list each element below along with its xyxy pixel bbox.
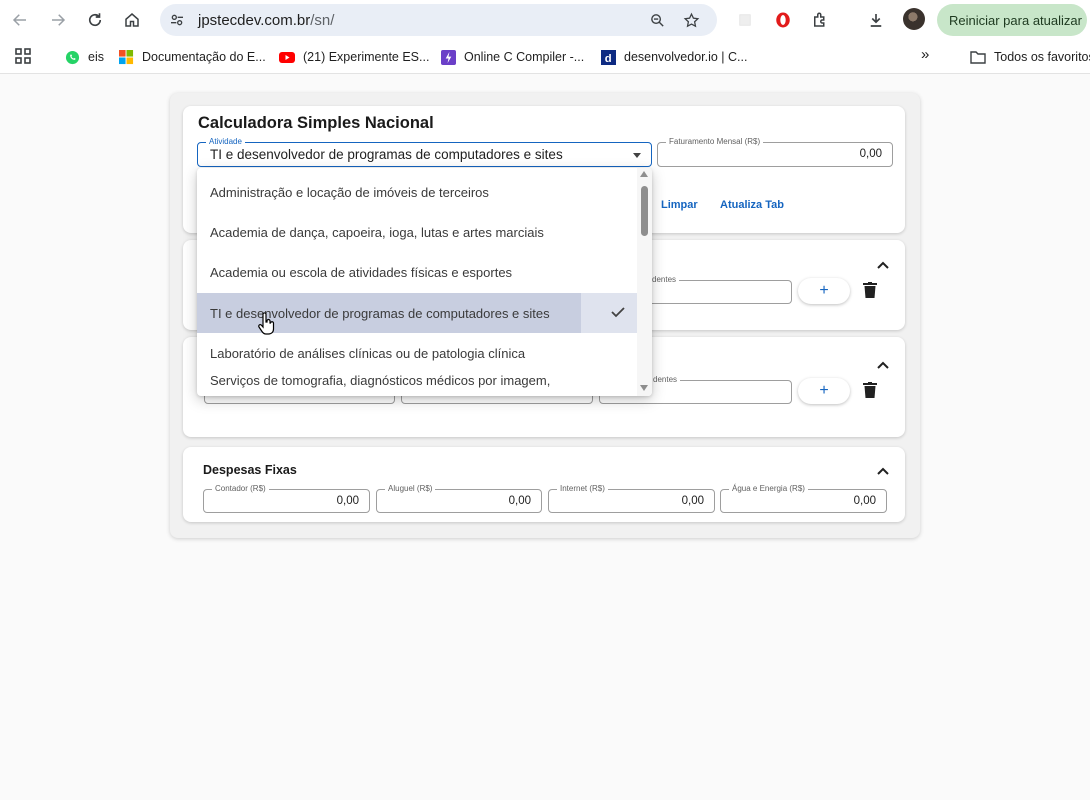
bookmarks-bar: eis Documentação do E... (21) Experiment… bbox=[0, 40, 1090, 74]
menu-option-label: Serviços de tomografia, diagnósticos méd… bbox=[210, 372, 551, 388]
despesas-title: Despesas Fixas bbox=[203, 463, 297, 477]
bookmark-star-icon[interactable] bbox=[682, 11, 700, 29]
contador-field[interactable]: Contador (R$) 0,00 bbox=[203, 484, 370, 513]
bookmark-label: eis bbox=[88, 50, 104, 64]
chevron-up-icon[interactable] bbox=[877, 361, 889, 369]
url-text[interactable]: jpstecdev.com.br/sn/ bbox=[198, 12, 334, 29]
bookmark-documentacao[interactable]: Documentação do E... bbox=[118, 49, 266, 65]
menu-option[interactable]: Academia de dança, capoeira, ioga, lutas… bbox=[197, 212, 637, 252]
bolt-icon bbox=[440, 49, 456, 65]
bookmark-label: Documentação do E... bbox=[142, 50, 266, 64]
add-item-button-1[interactable]: + bbox=[798, 278, 850, 304]
bookmark-label: desenvolvedor.io | C... bbox=[624, 50, 748, 64]
menu-option[interactable]: Administração e locação de imóveis de te… bbox=[197, 172, 637, 212]
restart-update-button[interactable]: Reiniciar para atualizar bbox=[937, 4, 1087, 36]
all-bookmarks-folder[interactable]: Todos os favoritos bbox=[970, 49, 1090, 65]
atualiza-tab-button[interactable]: Atualiza Tab bbox=[720, 199, 784, 211]
opera-icon[interactable] bbox=[771, 8, 795, 32]
agua-energia-label: Água e Energia (R$) bbox=[729, 484, 808, 494]
dependentes-label-1: dentes bbox=[649, 275, 680, 285]
home-icon[interactable] bbox=[120, 8, 144, 32]
download-icon[interactable] bbox=[864, 8, 888, 32]
atividade-value: TI e desenvolvedor de programas de compu… bbox=[210, 147, 563, 162]
url-host: jpstecdev.com.br bbox=[198, 12, 311, 29]
scroll-up-arrow-icon[interactable] bbox=[640, 171, 648, 177]
bookmark-online-compiler[interactable]: Online C Compiler -... bbox=[440, 49, 584, 65]
menu-scrollbar-thumb[interactable] bbox=[641, 186, 648, 236]
atividade-dropdown-menu: Administração e locação de imóveis de te… bbox=[197, 168, 652, 396]
menu-option-label: Laboratório de análises clínicas ou de p… bbox=[210, 345, 526, 361]
contador-value: 0,00 bbox=[336, 495, 359, 507]
page-title: Calculadora Simples Nacional bbox=[198, 114, 434, 132]
agua-energia-field[interactable]: Água e Energia (R$) 0,00 bbox=[720, 484, 887, 513]
aluguel-label: Aluguel (R$) bbox=[385, 484, 436, 494]
internet-value: 0,00 bbox=[681, 495, 704, 507]
faturamento-label: Faturamento Mensal (R$) bbox=[666, 137, 764, 147]
extension-placeholder-icon[interactable] bbox=[733, 8, 757, 32]
scroll-down-arrow-icon[interactable] bbox=[640, 385, 648, 391]
menu-option[interactable]: Academia ou escola de atividades físicas… bbox=[197, 252, 637, 292]
url-path: /sn/ bbox=[310, 12, 335, 29]
menu-option-label: Academia de dança, capoeira, ioga, lutas… bbox=[210, 224, 544, 240]
youtube-icon bbox=[279, 49, 295, 65]
bookmark-label: (21) Experimente ES... bbox=[303, 50, 430, 64]
menu-option-label: Administração e locação de imóveis de te… bbox=[210, 184, 489, 200]
zoom-icon[interactable] bbox=[648, 11, 666, 29]
menu-option[interactable]: Serviços de tomografia, diagnósticos méd… bbox=[197, 365, 637, 395]
bookmark-whatsapp[interactable]: eis bbox=[64, 49, 104, 65]
whatsapp-icon bbox=[64, 49, 80, 65]
atividade-select[interactable]: Atividade TI e desenvolvedor de programa… bbox=[197, 137, 652, 167]
add-item-button-2[interactable]: + bbox=[798, 378, 850, 404]
extensions-icon[interactable] bbox=[808, 8, 832, 32]
address-bar[interactable]: jpstecdev.com.br/sn/ bbox=[160, 4, 717, 36]
reload-icon[interactable] bbox=[83, 8, 107, 32]
check-icon bbox=[611, 307, 625, 318]
apps-grid-icon[interactable] bbox=[15, 48, 31, 64]
contador-label: Contador (R$) bbox=[212, 484, 269, 494]
aluguel-value: 0,00 bbox=[508, 495, 531, 507]
agua-energia-value: 0,00 bbox=[853, 495, 876, 507]
microsoft-icon bbox=[118, 49, 134, 65]
bookmark-label: Online C Compiler -... bbox=[464, 50, 585, 64]
bookmark-label: Todos os favoritos bbox=[994, 50, 1090, 64]
bookmark-desenvolvedor-io[interactable]: d desenvolvedor.io | C... bbox=[600, 49, 747, 65]
chevron-up-icon[interactable] bbox=[877, 261, 889, 269]
svg-text:d: d bbox=[604, 53, 611, 65]
profile-avatar[interactable] bbox=[903, 8, 925, 30]
menu-option-label: Academia ou escola de atividades físicas… bbox=[210, 264, 513, 280]
faturamento-value: 0,00 bbox=[859, 148, 882, 160]
folder-icon bbox=[970, 49, 986, 65]
forward-icon[interactable] bbox=[46, 8, 70, 32]
back-icon[interactable] bbox=[8, 8, 32, 32]
bookmark-youtube[interactable]: (21) Experimente ES... bbox=[279, 49, 429, 65]
aluguel-field[interactable]: Aluguel (R$) 0,00 bbox=[376, 484, 542, 513]
hand-cursor-icon bbox=[258, 312, 275, 335]
chevron-down-icon bbox=[633, 153, 641, 158]
site-settings-icon[interactable] bbox=[168, 11, 186, 29]
trash-icon[interactable] bbox=[863, 382, 877, 398]
internet-label: Internet (R$) bbox=[557, 484, 608, 494]
trash-icon[interactable] bbox=[863, 282, 877, 298]
dependentes-label-2: dentes bbox=[650, 375, 681, 385]
browser-toolbar: jpstecdev.com.br/sn/ Reiniciar para atua… bbox=[0, 0, 1090, 40]
more-bookmarks-button[interactable]: » bbox=[921, 46, 929, 63]
d-logo-icon: d bbox=[600, 49, 616, 65]
faturamento-field[interactable]: Faturamento Mensal (R$) 0,00 bbox=[657, 137, 893, 167]
chevron-up-icon[interactable] bbox=[877, 467, 889, 475]
atividade-label: Atividade bbox=[206, 137, 245, 147]
limpar-button[interactable]: Limpar bbox=[661, 199, 698, 211]
internet-field[interactable]: Internet (R$) 0,00 bbox=[548, 484, 715, 513]
